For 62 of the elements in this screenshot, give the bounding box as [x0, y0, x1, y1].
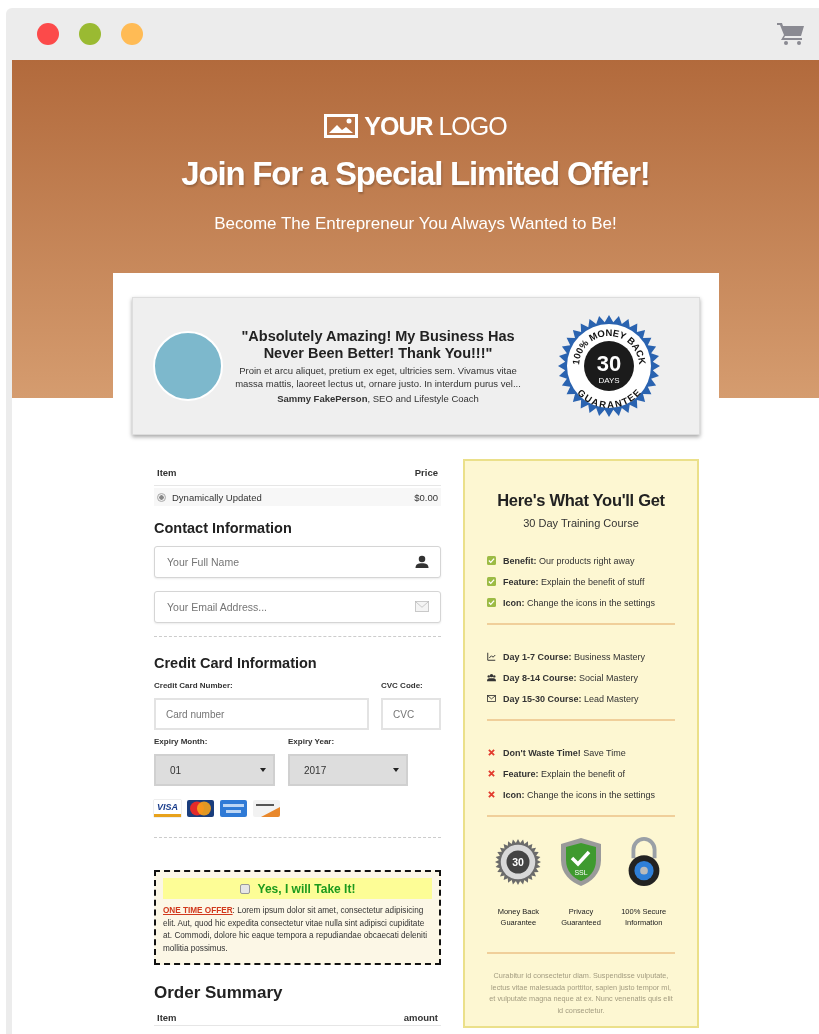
logo-text: YOUR LOGO	[364, 112, 507, 140]
cart-icon[interactable]	[777, 21, 805, 45]
testimonial-author: Sammy FakePerson, SEO and Lifestyle Coach	[276, 391, 480, 405]
benefit-text: Icon: Change the icons in the settings	[503, 597, 656, 608]
product-row[interactable]: Dynamically Updated $0.00	[154, 488, 441, 506]
month-dropdown[interactable]: 01	[154, 754, 275, 786]
column-header: Item	[157, 466, 177, 478]
users-icon	[487, 673, 496, 682]
panel-title: Here's What You'll Get	[496, 491, 666, 510]
benefit-text: Day 1-7 Course: Business Mastery	[503, 651, 646, 662]
input-field[interactable]: Your Email Address...	[154, 591, 441, 623]
offer-text: ONE TIME OFFER: Lorem ipsum dolor sit amet, consectetur adipisicing elit. Aut, quod hic expedita consectetur vitae nulla sint adipisci cupiditate at. Commodi, dolore hic eaque tempora a repudiandae obcaecati deleniti mollitia possimus.	[163, 905, 428, 955]
field-label: Credit Card Number:	[154, 681, 234, 690]
radio-button[interactable]	[157, 492, 166, 502]
benefit-text: Feature: Explain the benefit of stuff	[503, 576, 645, 587]
field-label: Expiry Year:	[288, 737, 336, 746]
checkbox-checked-icon	[487, 556, 496, 565]
testimonial-quote: "Absolutely Amazing! My Business Has Never Been Better! Thank You!!!"	[240, 327, 516, 362]
testimonial-text: Proin et arcu aliquet, pretium ex eget, ultricies sem. Vivamus vitae massa mattis, laoreet lectus ut, ornare justo. In interdum purus vel...	[234, 363, 522, 390]
column-header: amount	[403, 1011, 438, 1023]
visa-logo: VISA	[154, 800, 181, 817]
panel-subtitle: 30 Day Training Course	[522, 517, 640, 529]
checkbox-checked-icon	[487, 598, 496, 607]
headline: Join For a Special Limited Offer!	[180, 154, 651, 194]
benefit-text: Benefit: Our products right away	[503, 555, 635, 566]
window-control[interactable]	[37, 23, 59, 45]
column-header: Price	[414, 466, 438, 478]
checkbox-checked-icon	[487, 577, 496, 586]
person-icon	[415, 555, 429, 568]
cvc-field[interactable]: CVC	[381, 698, 441, 730]
column-header: Item	[157, 1011, 177, 1023]
section-heading: Order Summary	[154, 983, 284, 1003]
year-dropdown[interactable]: 2017	[288, 754, 408, 786]
field-label: Expiry Month:	[154, 737, 209, 746]
discover-logo	[253, 800, 280, 817]
benefit-text: Icon: Change the icons in the settings	[503, 789, 656, 800]
section-heading: Contact Information	[154, 520, 293, 536]
line-chart-icon	[487, 652, 496, 661]
guarantee-seal-icon: 30	[495, 837, 542, 887]
mastercard-logo	[187, 800, 214, 817]
subheadline: Become The Entrepreneur You Always Wanted to Be!	[213, 213, 618, 235]
benefit-text: Day 8-14 Course: Social Mastery	[503, 672, 639, 683]
window-control[interactable]	[79, 23, 101, 45]
input-field[interactable]: Your Full Name	[154, 546, 441, 578]
cross-icon	[487, 769, 496, 778]
accept-offer-bar[interactable]: Yes, I will Take It!	[163, 878, 432, 899]
cross-icon	[487, 748, 496, 757]
amex-logo	[220, 800, 247, 817]
benefit-text: Day 15-30 Course: Lead Mastery	[503, 693, 639, 704]
field-label: CVC Code:	[381, 681, 424, 690]
image-icon	[324, 114, 359, 138]
checkbox[interactable]	[239, 883, 250, 894]
product-price: $0.00	[414, 491, 438, 503]
envelope-icon	[487, 694, 496, 703]
card-number-field[interactable]: Card number	[154, 698, 369, 730]
product-name: Dynamically Updated	[172, 491, 263, 503]
benefit-text: Feature: Explain the benefit of	[503, 768, 626, 779]
benefit-text: Don't Waste Time! Save Time	[503, 747, 626, 758]
accept-offer-label: Yes, I will Take It!	[257, 881, 356, 896]
cross-icon	[487, 790, 496, 799]
section-heading: Credit Card Information	[154, 655, 318, 671]
envelope-icon	[415, 600, 429, 613]
